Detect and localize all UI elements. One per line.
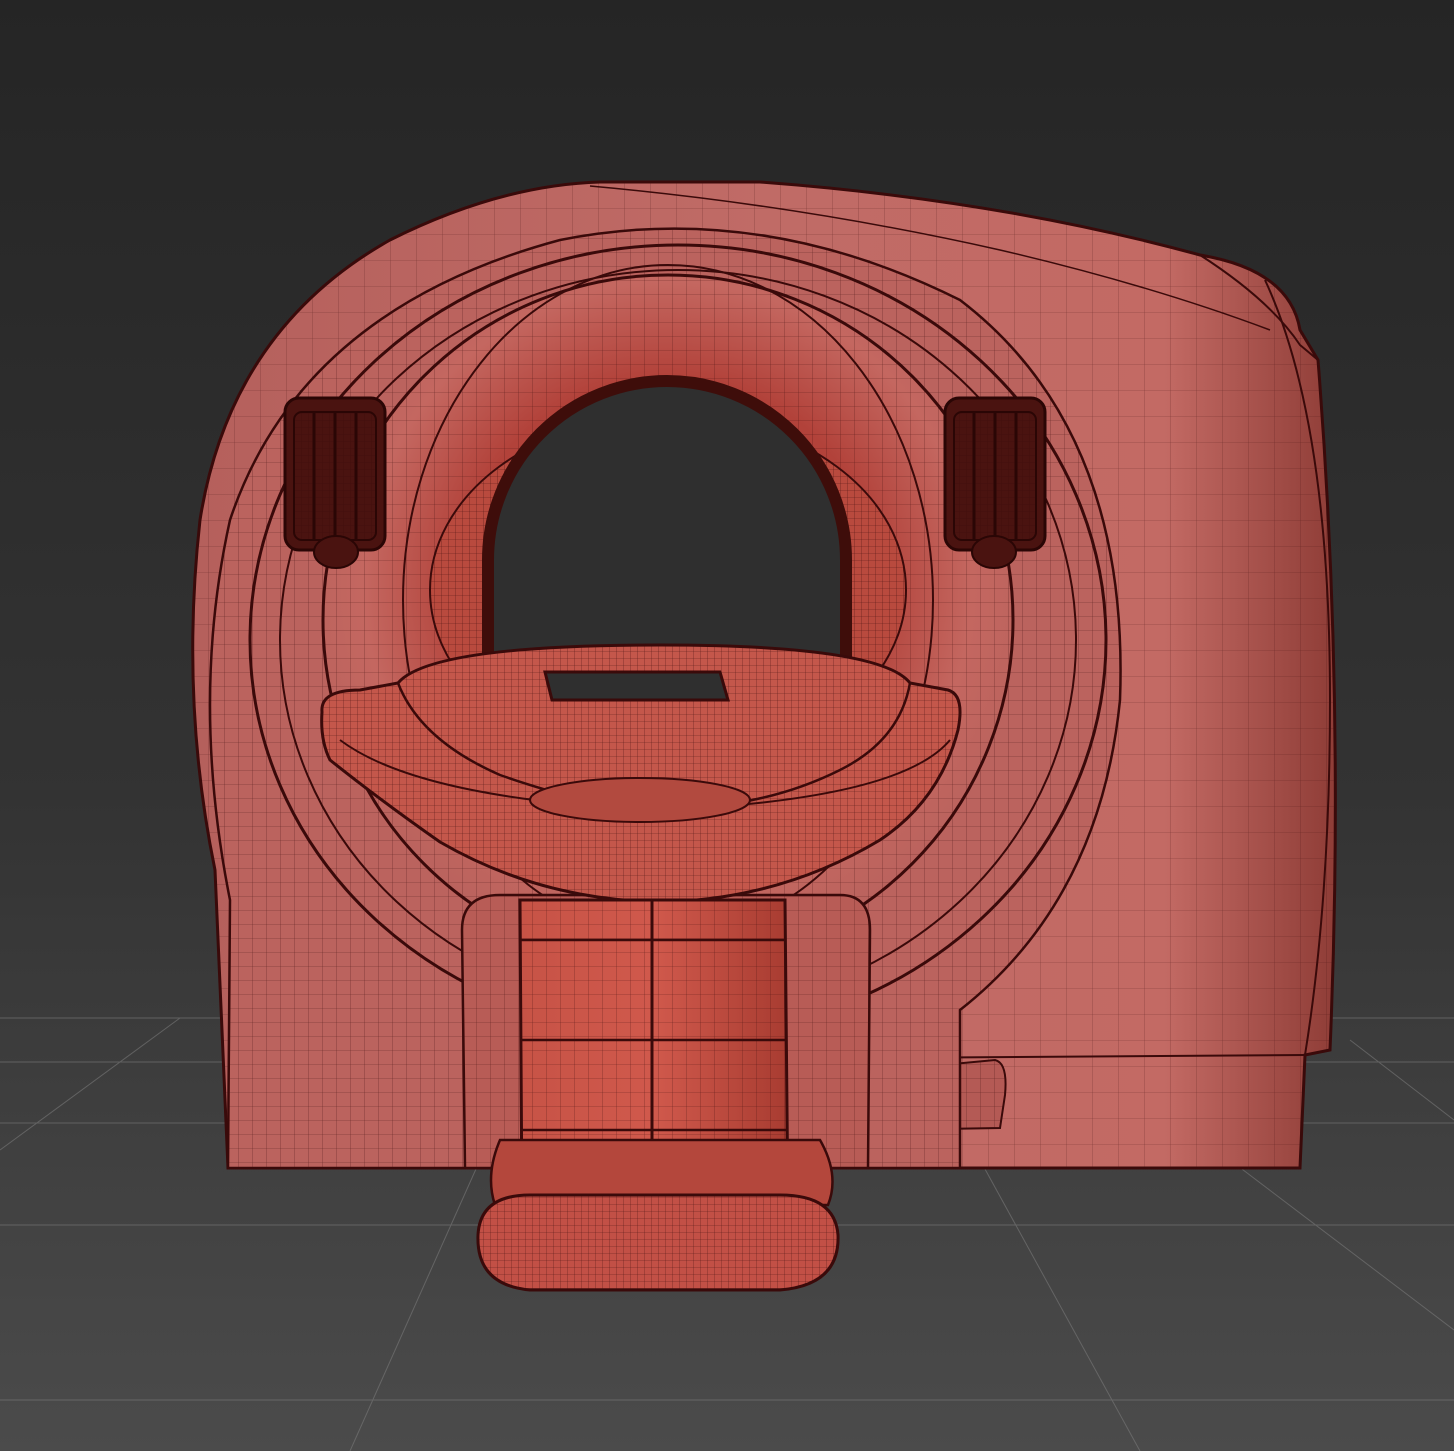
- viewport-canvas[interactable]: [0, 0, 1454, 1451]
- gantry-handle-right[interactable]: [943, 396, 1047, 569]
- gantry-handle-left[interactable]: [283, 396, 387, 569]
- patient-table-base: [476, 1138, 840, 1292]
- 3d-viewport[interactable]: [0, 0, 1454, 1451]
